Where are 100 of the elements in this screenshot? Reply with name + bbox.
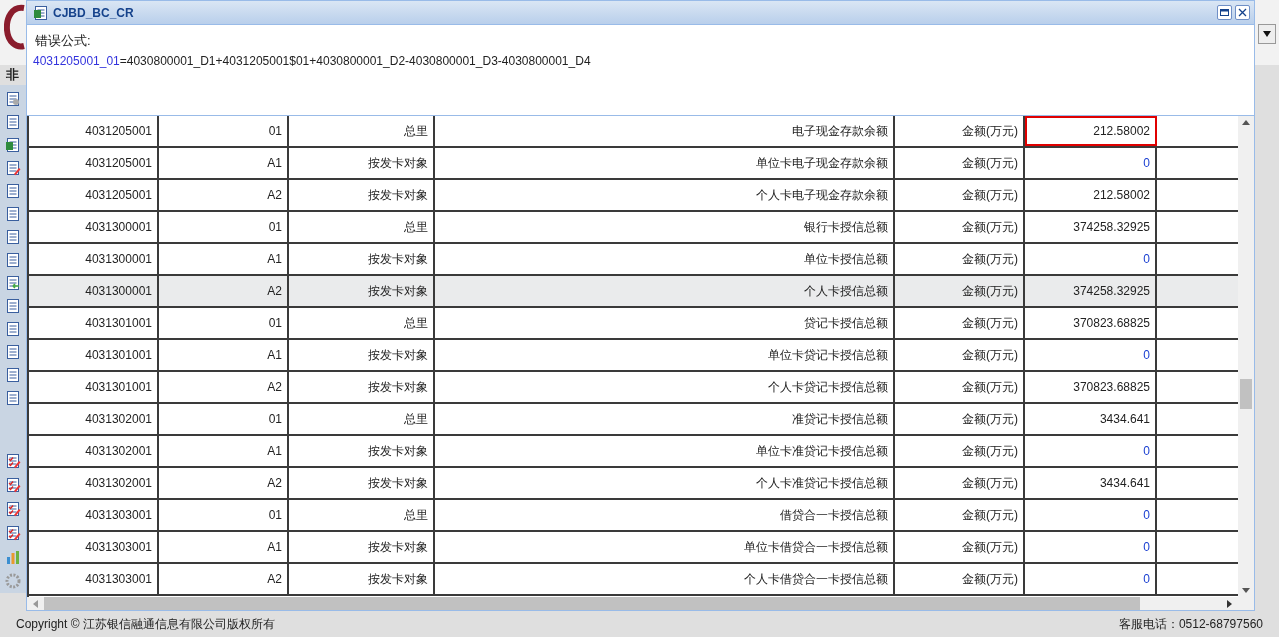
item-cell: 单位卡借贷合一卡授信总额 xyxy=(435,532,895,562)
code-cell: 4031302001 xyxy=(29,468,159,498)
table-row[interactable]: 4031205001 A2 按发卡对象 个人卡电子现金存款余额 金额(万元) 212.58002 xyxy=(29,180,1238,212)
value-cell: 374258.32925 xyxy=(1025,276,1157,306)
dialog-title: CJBD_BC_CR xyxy=(53,4,134,22)
value-cell: 0 xyxy=(1025,564,1157,594)
spreadsheet-icon[interactable] xyxy=(33,4,49,21)
item-cell: 个人卡准贷记卡授信总额 xyxy=(435,468,895,498)
object-cell: 按发卡对象 xyxy=(289,532,435,562)
code-cell: 4031205001 xyxy=(29,116,159,146)
document-icon[interactable] xyxy=(5,366,21,383)
object-cell: 总里 xyxy=(289,404,435,434)
code-cell: 4031303001 xyxy=(29,532,159,562)
dropdown-button[interactable] xyxy=(1258,24,1276,44)
unit-cell: 金额(万元) xyxy=(895,404,1025,434)
table-row[interactable]: 4031302001 01 总里 准贷记卡授信总额 金额(万元) 3434.641 xyxy=(29,404,1238,436)
checklist-pencil-icon[interactable] xyxy=(5,477,21,493)
document-icon[interactable] xyxy=(5,320,21,337)
value-cell: 0 xyxy=(1025,148,1157,178)
scroll-down-icon[interactable] xyxy=(1242,588,1250,593)
table-row[interactable]: 4031301001 A1 按发卡对象 单位卡贷记卡授信总额 金额(万元) 0 xyxy=(29,340,1238,372)
table-row[interactable]: 4031303001 A1 按发卡对象 单位卡借贷合一卡授信总额 金额(万元) 0 xyxy=(29,532,1238,564)
logo-icon xyxy=(4,2,26,52)
sub-code-cell: A1 xyxy=(159,148,289,178)
document-icon[interactable] xyxy=(5,228,21,245)
document-icon[interactable] xyxy=(5,389,21,406)
value-cell: 0 xyxy=(1025,500,1157,530)
close-button[interactable] xyxy=(1235,5,1250,20)
code-cell: 4031205001 xyxy=(29,180,159,210)
document-icon[interactable] xyxy=(5,297,21,314)
document-icon[interactable] xyxy=(5,251,21,268)
sub-code-cell: A1 xyxy=(159,340,289,370)
code-cell: 4031303001 xyxy=(29,500,159,530)
table-row[interactable]: 4031205001 A1 按发卡对象 单位卡电子现金存款余额 金额(万元) 0 xyxy=(29,148,1238,180)
table-row[interactable]: 4031300001 A2 按发卡对象 个人卡授信总额 金额(万元) 374258.32925 xyxy=(29,276,1238,308)
checklist-pencil-icon[interactable] xyxy=(5,453,21,469)
document-icon[interactable] xyxy=(5,343,21,360)
table-row[interactable]: 4031300001 01 总里 银行卡授信总额 金额(万元) 374258.32925 xyxy=(29,212,1238,244)
object-cell: 按发卡对象 xyxy=(289,564,435,594)
sub-code-cell: 01 xyxy=(159,212,289,242)
table-row[interactable]: 4031302001 A1 按发卡对象 单位卡准贷记卡授信总额 金额(万元) 0 xyxy=(29,436,1238,468)
unit-cell: 金额(万元) xyxy=(895,500,1025,530)
unit-cell: 金额(万元) xyxy=(895,372,1025,402)
object-cell: 按发卡对象 xyxy=(289,372,435,402)
object-cell: 按发卡对象 xyxy=(289,468,435,498)
maximize-button[interactable] xyxy=(1217,5,1232,20)
unit-cell: 金额(万元) xyxy=(895,468,1025,498)
item-cell: 银行卡授信总额 xyxy=(435,212,895,242)
unit-cell: 金额(万元) xyxy=(895,532,1025,562)
document-gear-icon[interactable] xyxy=(5,90,21,107)
scroll-right-icon[interactable] xyxy=(1227,599,1232,608)
object-cell: 按发卡对象 xyxy=(289,340,435,370)
item-cell: 单位卡贷记卡授信总额 xyxy=(435,340,895,370)
copyright-text: Copyright © 江苏银信融通信息有限公司版权所有 xyxy=(16,615,275,633)
spreadsheet-icon[interactable] xyxy=(5,136,21,153)
error-label: 错误公式: xyxy=(34,32,92,50)
table-row[interactable]: 4031205001 01 总里 电子现金存款余额 金额(万元) 212.58002 xyxy=(29,116,1238,148)
document-icon[interactable] xyxy=(5,182,21,199)
checklist-pencil-icon[interactable] xyxy=(5,501,21,517)
object-cell: 按发卡对象 xyxy=(289,148,435,178)
item-cell: 电子现金存款余额 xyxy=(435,116,895,146)
item-cell: 单位卡准贷记卡授信总额 xyxy=(435,436,895,466)
code-cell: 4031301001 xyxy=(29,340,159,370)
table-row[interactable]: 4031303001 A2 按发卡对象 个人卡借贷合一卡授信总额 金额(万元) 0 xyxy=(29,564,1238,596)
scroll-up-icon[interactable] xyxy=(1242,120,1250,125)
table-row[interactable]: 4031301001 A2 按发卡对象 个人卡贷记卡授信总额 金额(万元) 370823.68825 xyxy=(29,372,1238,404)
vertical-scrollbar[interactable] xyxy=(1238,116,1254,597)
sub-code-cell: A1 xyxy=(159,532,289,562)
object-cell: 按发卡对象 xyxy=(289,436,435,466)
code-cell: 4031301001 xyxy=(29,372,159,402)
sub-code-cell: 01 xyxy=(159,500,289,530)
unit-cell: 金额(万元) xyxy=(895,308,1025,338)
item-cell: 个人卡借贷合一卡授信总额 xyxy=(435,564,895,594)
table-row[interactable]: 4031300001 A1 按发卡对象 单位卡授信总额 金额(万元) 0 xyxy=(29,244,1238,276)
unit-cell: 金额(万元) xyxy=(895,436,1025,466)
hotline-text: 客服电话：0512-68797560 xyxy=(1118,615,1263,633)
table-row[interactable]: 4031303001 01 总里 借贷合一卡授信总额 金额(万元) 0 xyxy=(29,500,1238,532)
value-cell: 3434.641 xyxy=(1025,468,1157,498)
object-cell: 总里 xyxy=(289,500,435,530)
checklist-pencil-icon[interactable] xyxy=(5,525,21,541)
code-cell: 4031303001 xyxy=(29,564,159,594)
item-cell: 准贷记卡授信总额 xyxy=(435,404,895,434)
table-row[interactable]: 4031302001 A2 按发卡对象 个人卡准贷记卡授信总额 金额(万元) 3434.641 xyxy=(29,468,1238,500)
document-icon[interactable] xyxy=(5,205,21,222)
unit-cell: 金额(万元) xyxy=(895,340,1025,370)
unit-cell: 金额(万元) xyxy=(895,244,1025,274)
sub-code-cell: 01 xyxy=(159,116,289,146)
sub-code-cell: 01 xyxy=(159,308,289,338)
scroll-thumb[interactable] xyxy=(1240,379,1252,409)
close-icon xyxy=(1238,8,1247,17)
value-cell: 370823.68825 xyxy=(1025,372,1157,402)
object-cell: 总里 xyxy=(289,212,435,242)
document-pencil-icon[interactable] xyxy=(5,159,21,176)
value-cell: 0 xyxy=(1025,532,1157,562)
table-row[interactable]: 4031301001 01 总里 贷记卡授信总额 金额(万元) 370823.68825 xyxy=(29,308,1238,340)
value-cell: 212.58002 xyxy=(1025,116,1157,146)
unit-cell: 金额(万元) xyxy=(895,276,1025,306)
value-cell: 374258.32925 xyxy=(1025,212,1157,242)
item-cell: 贷记卡授信总额 xyxy=(435,308,895,338)
sub-code-cell: A2 xyxy=(159,468,289,498)
